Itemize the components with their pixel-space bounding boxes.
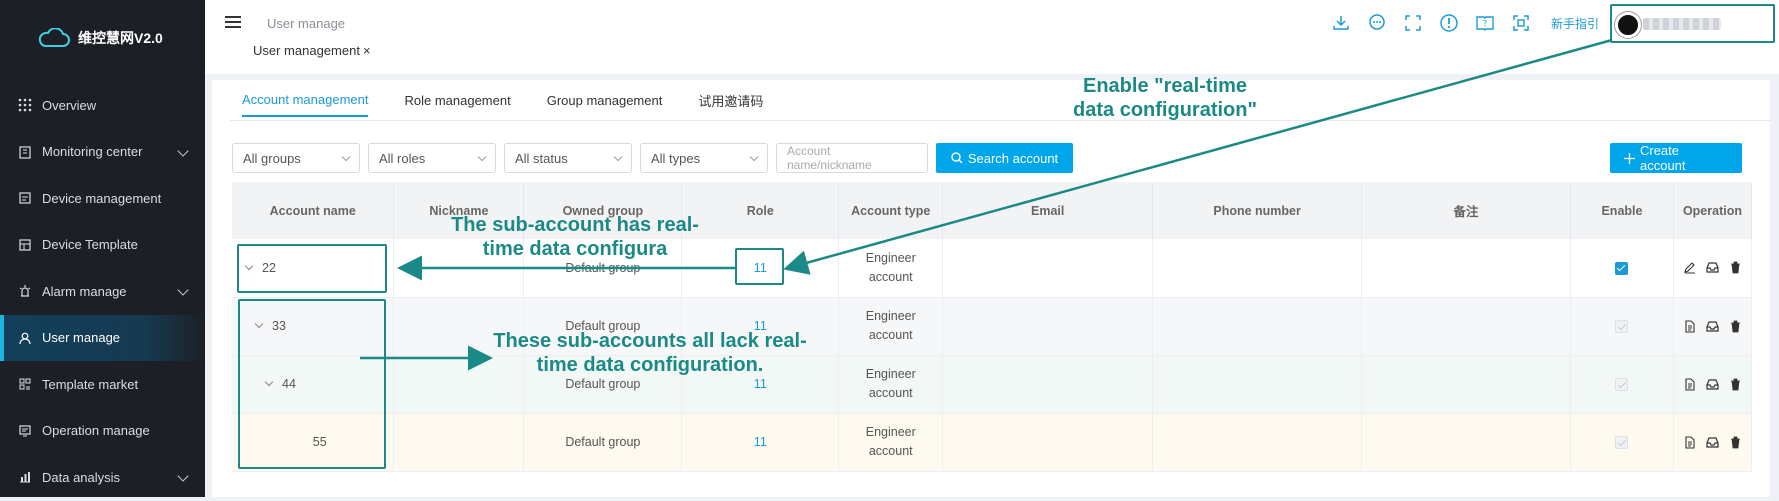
annotation-arrows	[360, 38, 1613, 371]
annotation-has-config: The sub-account has real-time data confi…	[451, 214, 699, 260]
annotation-enable: Enable "real-time data configuration"	[1073, 75, 1257, 121]
annotation-lack-config: These sub-accounts all lack real-time da…	[493, 330, 807, 376]
